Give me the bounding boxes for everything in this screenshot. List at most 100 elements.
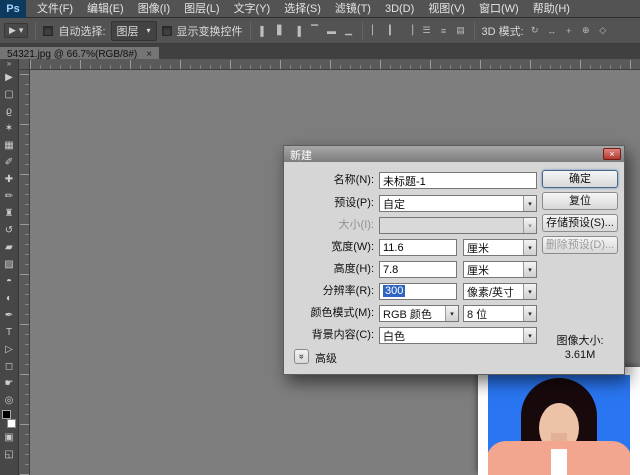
clone-stamp-tool[interactable]: ♜ xyxy=(0,205,18,222)
distribute-center-icon[interactable]: ▎ xyxy=(387,25,399,36)
dialog-close-button[interactable]: × xyxy=(603,148,621,160)
eraser-tool[interactable]: ▰ xyxy=(0,239,18,256)
height-unit-dropdown[interactable]: 厘米 ▾ xyxy=(463,261,537,278)
3d-rotate-icon[interactable]: ↻ xyxy=(529,25,541,36)
advanced-expander-button[interactable]: » xyxy=(294,349,309,364)
menu-item-select[interactable]: 选择(S) xyxy=(277,0,328,18)
shape-tool[interactable]: ◻ xyxy=(0,358,18,375)
menu-item-help[interactable]: 帮助(H) xyxy=(526,0,577,18)
path-selection-tool[interactable]: ▷ xyxy=(0,341,18,358)
ok-button[interactable]: 确定 xyxy=(542,170,618,188)
current-tool-preset[interactable]: ▶ ▾ xyxy=(4,23,28,38)
gradient-tool[interactable]: ▨ xyxy=(0,256,18,273)
align-vertical-centers-icon[interactable]: ▬ xyxy=(326,26,338,36)
auto-select-label: 自动选择: xyxy=(58,23,105,39)
preset-dropdown[interactable]: 自定 ▾ xyxy=(379,195,537,212)
crop-tool[interactable]: ▦ xyxy=(0,137,18,154)
3d-roll-icon[interactable]: ↔ xyxy=(546,26,558,36)
color-depth-dropdown[interactable]: 8 位 ▾ xyxy=(463,305,537,322)
lasso-tool[interactable]: ϱ xyxy=(0,103,18,120)
menu-item-layer[interactable]: 图层(L) xyxy=(177,0,226,18)
resolution-input[interactable]: 300 xyxy=(379,283,457,300)
menu-item-type[interactable]: 文字(Y) xyxy=(227,0,278,18)
menu-item-3d[interactable]: 3D(D) xyxy=(378,0,421,18)
history-brush-tool[interactable]: ↺ xyxy=(0,222,18,239)
advanced-label: 高级 xyxy=(315,350,337,366)
color-mode-dropdown[interactable]: RGB 颜色 ▾ xyxy=(379,305,459,322)
auto-select-target-dropdown[interactable]: 图层 ▾ xyxy=(111,21,157,41)
save-preset-button[interactable]: 存储预设(S)... xyxy=(542,214,618,232)
width-unit-dropdown[interactable]: 厘米 ▾ xyxy=(463,239,537,256)
foreground-color-swatch[interactable] xyxy=(2,410,11,419)
dodge-tool[interactable]: ◐ xyxy=(0,290,18,307)
height-input[interactable] xyxy=(379,261,457,278)
size-label: 大小(I): xyxy=(284,217,374,234)
align-bottom-edges-icon[interactable]: ▁ xyxy=(343,25,355,36)
show-transform-checkbox[interactable] xyxy=(162,26,172,36)
brush-tool[interactable]: ✏ xyxy=(0,188,18,205)
chevron-down-icon: ▾ xyxy=(19,25,24,36)
pen-tool[interactable]: ✒ xyxy=(0,307,18,324)
menu-item-view[interactable]: 视图(V) xyxy=(421,0,472,18)
distribute-bottom-icon[interactable]: ▤ xyxy=(455,25,467,36)
photo-document[interactable] xyxy=(478,367,640,475)
screen-mode-button[interactable]: ◱ xyxy=(0,446,18,463)
marquee-tool[interactable]: ▢ xyxy=(0,86,18,103)
align-horizontal-centers-icon[interactable]: ▋ xyxy=(275,25,287,36)
menu-item-edit[interactable]: 编辑(E) xyxy=(80,0,131,18)
menu-item-image[interactable]: 图像(I) xyxy=(131,0,177,18)
distribute-right-icon[interactable]: ▕ xyxy=(404,25,416,36)
divider xyxy=(362,22,363,40)
resolution-unit-dropdown[interactable]: 像素/英寸 ▾ xyxy=(463,283,537,300)
portrait-photo xyxy=(488,375,630,475)
align-left-edges-icon[interactable]: ▌ xyxy=(258,26,270,36)
image-size-label: 图像大小: xyxy=(538,332,622,348)
width-label: 宽度(W): xyxy=(284,239,374,256)
color-swatches[interactable] xyxy=(0,409,18,429)
width-input[interactable] xyxy=(379,239,457,256)
magic-wand-tool[interactable]: ✶ xyxy=(0,120,18,137)
menu-bar: Ps 文件(F) 编辑(E) 图像(I) 图层(L) 文字(Y) 选择(S) 滤… xyxy=(0,0,640,18)
zoom-tool[interactable]: ◎ xyxy=(0,392,18,409)
quick-mask-button[interactable]: ▣ xyxy=(0,429,18,446)
3d-drag-icon[interactable]: + xyxy=(563,26,575,36)
photoshop-logo[interactable]: Ps xyxy=(0,0,26,18)
background-contents-dropdown[interactable]: 白色 ▾ xyxy=(379,327,537,344)
height-label: 高度(H): xyxy=(284,261,374,278)
dialog-titlebar[interactable]: 新建 × xyxy=(284,146,624,162)
type-tool[interactable]: T xyxy=(0,324,18,341)
chevron-down-icon: ▾ xyxy=(523,240,536,255)
distribute-middle-icon[interactable]: ≡ xyxy=(438,26,450,36)
dialog-title: 新建 xyxy=(290,150,312,162)
tools-panel: » ▶ ▢ ϱ ✶ ▦ ✐ ✚ ✏ ♜ ↺ ▰ ▨ ◓ ◐ ✒ T ▷ ◻ ☛ … xyxy=(0,59,19,475)
selected-text: 300 xyxy=(383,285,405,297)
align-right-edges-icon[interactable]: ▐ xyxy=(292,26,304,36)
document-tab-bar: 54321.jpg @ 66.7%(RGB/8#) × xyxy=(0,44,640,59)
distribute-left-icon[interactable]: ▏ xyxy=(370,25,382,36)
3d-scale-icon[interactable]: ◇ xyxy=(597,25,609,36)
auto-select-checkbox[interactable] xyxy=(43,26,53,36)
healing-brush-tool[interactable]: ✚ xyxy=(0,171,18,188)
menu-item-file[interactable]: 文件(F) xyxy=(30,0,80,18)
photoshop-window: Ps 文件(F) 编辑(E) 图像(I) 图层(L) 文字(Y) 选择(S) 滤… xyxy=(0,0,640,475)
chevron-down-icon: ▾ xyxy=(523,284,536,299)
menu-item-window[interactable]: 窗口(W) xyxy=(472,0,526,18)
eyedropper-tool[interactable]: ✐ xyxy=(0,154,18,171)
show-transform-label: 显示变换控件 xyxy=(177,23,243,39)
move-tool[interactable]: ▶ xyxy=(0,69,18,86)
align-top-edges-icon[interactable]: ▔ xyxy=(309,25,321,36)
menu-item-filter[interactable]: 滤镜(T) xyxy=(328,0,378,18)
hand-tool[interactable]: ☛ xyxy=(0,375,18,392)
image-size-value: 3.61M xyxy=(538,349,622,361)
blur-tool[interactable]: ◓ xyxy=(0,273,18,290)
3d-slide-icon[interactable]: ⊕ xyxy=(580,25,592,36)
distribute-top-icon[interactable]: ☰ xyxy=(421,25,433,36)
name-label: 名称(N): xyxy=(284,172,374,189)
delete-preset-button: 删除预设(D)... xyxy=(542,236,618,254)
background-color-swatch[interactable] xyxy=(7,419,16,428)
toolbar-collapse-icon[interactable]: » xyxy=(0,59,18,69)
name-input[interactable] xyxy=(379,172,537,189)
reset-button[interactable]: 复位 xyxy=(542,192,618,210)
divider xyxy=(250,22,251,40)
chevron-down-icon: ▾ xyxy=(147,26,151,35)
